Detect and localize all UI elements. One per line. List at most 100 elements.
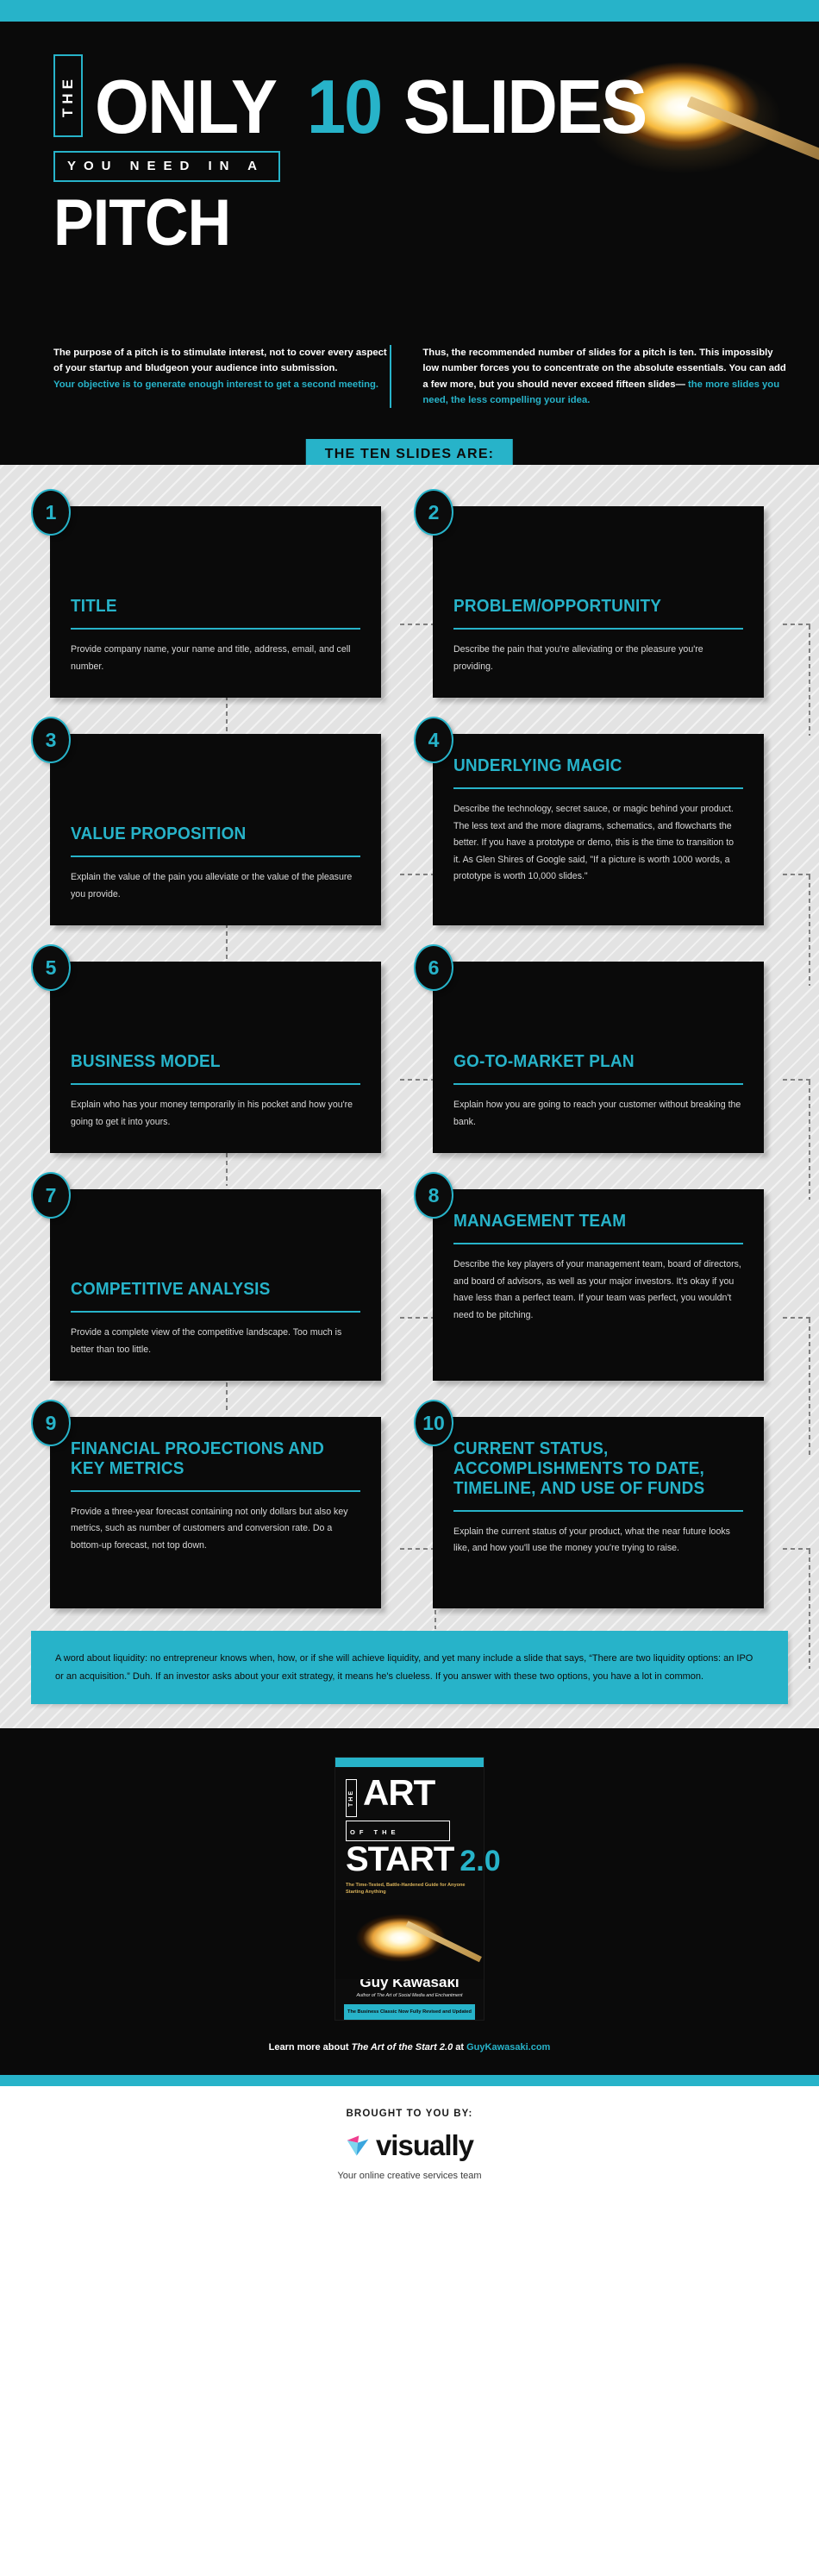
slide-title-9: FINANCIAL PROJECTIONS AND KEY METRICS <box>71 1439 324 1478</box>
slide-body-3: Explain the value of the pain you allevi… <box>71 872 353 899</box>
slide-badge-2: 2 <box>414 489 453 536</box>
brought-to-you-by-label: BROUGHT TO YOU BY: <box>346 2108 473 2119</box>
slide-title-10: CURRENT STATUS, ACCOMPLISHMENTS TO DATE,… <box>453 1439 705 1498</box>
slides-row-1: 1 TITLE Provide company name, your name … <box>0 489 819 736</box>
slide-rule-6 <box>453 1083 743 1085</box>
liquidity-note-wrapper: A word about liquidity: no entrepreneur … <box>0 1608 819 1704</box>
slide-badge-10: 10 <box>414 1400 453 1447</box>
book-top-accent-bar <box>335 1757 484 1767</box>
learn-more-prefix: Learn more about <box>268 2041 352 2053</box>
slide-title-4: UNDERLYING MAGIC <box>453 756 622 776</box>
slide-rule-2 <box>453 628 743 630</box>
slide-title-3: VALUE PROPOSITION <box>71 824 247 844</box>
hero-the-box: THE <box>53 54 83 137</box>
hero-subheadline: YOU NEED IN A <box>67 159 265 173</box>
slides-row-4: 7 COMPETITIVE ANALYSIS Provide a complet… <box>0 1151 819 1456</box>
intro-left-white: The purpose of a pitch is to stimulate i… <box>53 348 387 374</box>
slide-card-5: BUSINESS MODEL Explain who has your mone… <box>50 962 381 1154</box>
slide-body-9: Provide a three-year forecast containing… <box>71 1506 348 1551</box>
book-the-label: THE <box>348 1789 354 1807</box>
connector-in-3 <box>226 694 228 733</box>
intro-section: The purpose of a pitch is to stimulate i… <box>0 345 819 435</box>
slide-body-6: Explain how you are going to reach your … <box>453 1100 741 1127</box>
visually-logo-row[interactable]: visually <box>0 2129 819 2162</box>
slide-body-10: Explain the current status of your produ… <box>453 1526 730 1554</box>
connector-1-to-2 <box>398 624 436 626</box>
slide-rule-7 <box>71 1311 360 1313</box>
slide-badge-7: 7 <box>31 1172 71 1219</box>
slide-rule-1 <box>71 628 360 630</box>
book-ofthe-box: OF THE <box>346 1820 450 1841</box>
slide-rule-3 <box>71 856 360 857</box>
connector-8-out <box>781 1317 810 1319</box>
slide-title-7: COMPETITIVE ANALYSIS <box>71 1280 271 1300</box>
book-match-flame-photo <box>335 1899 484 1979</box>
slide-card-10: CURRENT STATUS, ACCOMPLISHMENTS TO DATE,… <box>433 1417 764 1609</box>
learn-more-line: Learn more about The Art of the Start 2.… <box>0 2042 819 2053</box>
visually-tagline: Your online creative services team <box>337 2170 482 2181</box>
slides-row-5: 9 FINANCIAL PROJECTIONS AND KEY METRICS … <box>0 1381 819 1670</box>
slide-badge-5: 5 <box>31 944 71 992</box>
connector-6-out <box>781 1079 810 1081</box>
slide-rule-10 <box>453 1509 743 1512</box>
book-section: THE ART OF THE START 2.0 The Time-Tested… <box>0 1727 819 2075</box>
slide-slot-3: 3 VALUE PROPOSITION Explain the value of… <box>31 717 381 926</box>
slide-title-5: BUSINESS MODEL <box>71 1052 221 1072</box>
slide-card-4: UNDERLYING MAGIC Describe the technology… <box>433 734 764 926</box>
visually-diamond-icon <box>347 2135 369 2156</box>
slide-slot-10: 10 CURRENT STATUS, ACCOMPLISHMENTS TO DA… <box>414 1400 764 1609</box>
slide-rule-4 <box>453 787 743 789</box>
liquidity-note-text: A word about liquidity: no entrepreneur … <box>55 1653 753 1682</box>
slide-badge-4: 4 <box>414 717 453 764</box>
connector-into-note <box>435 1608 436 1630</box>
slide-title-1: TITLE <box>71 597 117 617</box>
slides-grid: 1 TITLE Provide company name, your name … <box>0 489 819 1670</box>
slide-rule-9 <box>71 1489 360 1492</box>
slide-body-8: Describe the key players of your managem… <box>453 1258 741 1320</box>
hero-word-pitch: PITCH <box>53 186 231 260</box>
book-word-start: START <box>346 1840 454 1878</box>
hero-word-only: ONLY <box>95 64 278 150</box>
slide-card-3: VALUE PROPOSITION Explain the value of t… <box>50 734 381 926</box>
banner-wrapper: THE TEN SLIDES ARE: <box>0 434 819 470</box>
intro-left-accent: Your objective is to generate enough int… <box>53 379 379 390</box>
slide-slot-5: 5 BUSINESS MODEL Explain who has your mo… <box>31 944 381 1154</box>
slide-slot-6: 6 GO-TO-MARKET PLAN Explain how you are … <box>414 944 764 1154</box>
slide-body-7: Provide a complete view of the competiti… <box>71 1327 342 1355</box>
book-band-text: The Business Classic Now Fully Revised a… <box>344 2003 475 2020</box>
grey-spacer <box>0 1704 819 1728</box>
slides-section: 1 TITLE Provide company name, your name … <box>0 465 819 1728</box>
slide-card-8: MANAGEMENT TEAM Describe the key players… <box>433 1189 764 1382</box>
slide-rule-8 <box>453 1242 743 1244</box>
slide-body-4: Describe the technology, secret sauce, o… <box>453 803 735 882</box>
hero-section: THE ONLY 10 SLIDES YOU NEED IN A PITCH <box>0 22 819 345</box>
hero-headline-line-1: THE ONLY 10 SLIDES <box>53 54 819 150</box>
slide-card-6: GO-TO-MARKET PLAN Explain how you are go… <box>433 962 764 1154</box>
book-subtitle: The Time-Tested, Battle-Hardened Guide f… <box>346 1882 466 1896</box>
slide-rule-5 <box>71 1083 360 1085</box>
connector-2-out <box>781 624 810 626</box>
connector-3-to-4 <box>398 874 436 876</box>
connector-in-9 <box>226 1381 228 1411</box>
learn-more-middle: at <box>453 2041 467 2053</box>
slide-card-9: FINANCIAL PROJECTIONS AND KEY METRICS Pr… <box>50 1417 381 1609</box>
slide-slot-9: 9 FINANCIAL PROJECTIONS AND KEY METRICS … <box>31 1400 381 1609</box>
footer-section: BROUGHT TO YOU BY: visually Your online … <box>0 2085 819 2207</box>
slide-title-6: GO-TO-MARKET PLAN <box>453 1052 635 1072</box>
slide-title-8: MANAGEMENT TEAM <box>453 1212 627 1232</box>
slide-slot-8: 8 MANAGEMENT TEAM Describe the key playe… <box>414 1172 764 1382</box>
connector-5-to-6 <box>398 1079 436 1081</box>
connector-2-down <box>809 624 810 736</box>
slide-slot-4: 4 UNDERLYING MAGIC Describe the technolo… <box>414 717 764 926</box>
learn-more-link[interactable]: GuyKawasaki.com <box>466 2042 550 2053</box>
footer-accent-bar <box>0 2074 819 2086</box>
visually-wordmark: visually <box>375 2128 474 2161</box>
slide-card-1: TITLE Provide company name, your name an… <box>50 506 381 699</box>
connector-7-to-8 <box>398 1317 436 1319</box>
slide-badge-6: 6 <box>414 944 453 992</box>
slide-card-2: PROBLEM/OPPORTUNITY Describe the pain th… <box>433 506 764 699</box>
connector-10-out <box>781 1548 810 1551</box>
slide-title-2: PROBLEM/OPPORTUNITY <box>453 597 662 617</box>
slide-body-2: Describe the pain that you're alleviatin… <box>453 644 703 672</box>
book-cover: THE ART OF THE START 2.0 The Time-Tested… <box>335 1757 501 2020</box>
